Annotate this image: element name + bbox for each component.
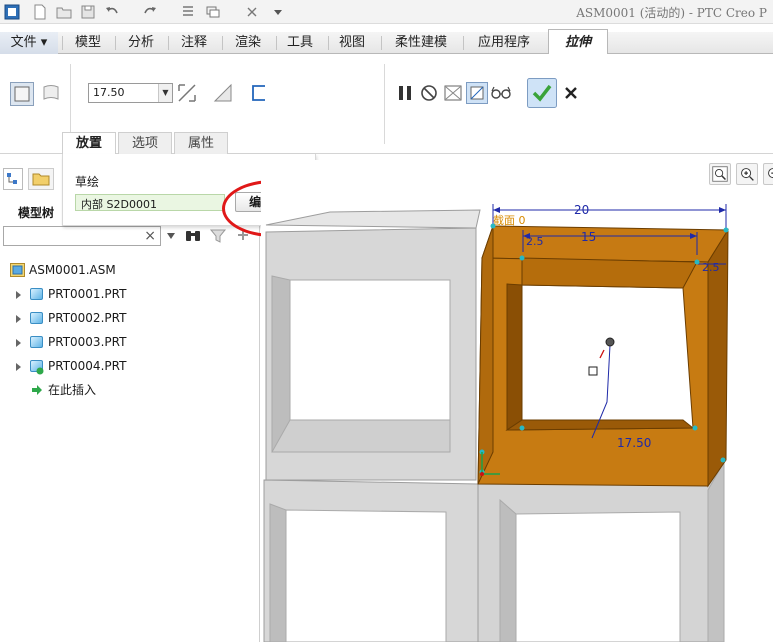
tab-applications[interactable]: 应用程序 — [464, 32, 544, 54]
expand-arrow-icon[interactable] — [16, 339, 21, 347]
tab-flexible-modeling[interactable]: 柔性建模 — [382, 32, 460, 54]
redo-icon[interactable] — [142, 4, 158, 20]
tab-analysis[interactable]: 分析 — [116, 32, 166, 54]
zoom-out-icon[interactable] — [763, 163, 773, 185]
regenerate-icon[interactable] — [180, 4, 196, 20]
clear-search-icon[interactable]: × — [144, 227, 156, 245]
depth-value: 17.50 — [93, 86, 125, 99]
model-tree-tab-icon[interactable] — [3, 168, 23, 190]
customize-toolbar-icon[interactable] — [270, 4, 286, 20]
tree-item-prt0004[interactable]: PRT0004.PRT — [0, 356, 258, 376]
depth-dropdown-icon[interactable]: ▼ — [158, 84, 172, 102]
tree-item-label: PRT0004.PRT — [48, 359, 127, 373]
tab-model[interactable]: 模型 — [63, 32, 113, 54]
app-icon — [4, 4, 20, 20]
part-icon — [30, 312, 43, 324]
extrude-top-face — [481, 225, 729, 263]
window-title: ASM0001 (活动的) - PTC Creo P — [576, 6, 767, 20]
model-tree-panel: 模型树 × ASM0001.ASM PRT0001.PRT PRT0002.PR… — [0, 154, 260, 642]
dim-depth-label[interactable]: 17.50 — [617, 436, 651, 450]
tab-placement[interactable]: 放置 — [62, 132, 116, 154]
glasses-icon[interactable] — [490, 82, 512, 104]
model-tree-title: 模型树 — [18, 206, 55, 220]
pause-icon[interactable] — [394, 82, 416, 104]
windows-icon[interactable] — [205, 4, 221, 20]
insert-here-marker[interactable]: 在此插入 — [0, 380, 258, 400]
expand-arrow-icon[interactable] — [16, 363, 21, 371]
tab-tools[interactable]: 工具 — [277, 32, 323, 54]
assembly-icon — [10, 263, 25, 277]
close-icon[interactable] — [560, 82, 582, 104]
preview-icon[interactable] — [466, 82, 488, 104]
zoom-in-icon[interactable] — [736, 163, 758, 185]
no-entry-icon[interactable] — [418, 82, 440, 104]
insert-here-label: 在此插入 — [48, 383, 97, 397]
tab-options[interactable]: 选项 — [118, 132, 172, 154]
save-icon[interactable] — [80, 4, 96, 20]
tree-search-input[interactable]: × — [3, 226, 161, 246]
tab-render[interactable]: 渲染 — [223, 32, 273, 54]
tree-item-prt0001[interactable]: PRT0001.PRT — [0, 284, 258, 304]
dim-overall-label[interactable]: 20 — [574, 203, 589, 217]
new-file-icon[interactable] — [32, 4, 48, 20]
active-part-icon — [36, 367, 44, 375]
direction-handle[interactable] — [605, 337, 615, 347]
folder-browser-tab-icon[interactable] — [28, 168, 54, 190]
surface-extrude-icon[interactable] — [40, 82, 62, 104]
extrude-dashboard: 17.50 ▼ 放置 选项 属性 — [0, 54, 773, 154]
dim-wall-right-label[interactable]: 2.5 — [702, 261, 720, 274]
tree-root-assembly[interactable]: ASM0001.ASM — [0, 260, 258, 280]
tree-root-label: ASM0001.ASM — [29, 263, 116, 277]
remove-material-icon[interactable] — [212, 82, 234, 104]
binoculars-icon[interactable] — [184, 227, 202, 245]
tab-properties[interactable]: 属性 — [174, 132, 228, 154]
flip-direction-icon[interactable] — [176, 82, 198, 104]
tab-file[interactable]: 文件 ▾ — [0, 32, 58, 54]
close-window-icon[interactable] — [244, 4, 260, 20]
view-toolbar — [700, 160, 773, 186]
open-folder-icon[interactable] — [56, 4, 72, 20]
tree-item-prt0003[interactable]: PRT0003.PRT — [0, 332, 258, 352]
depth-value-field[interactable]: 17.50 ▼ — [88, 83, 173, 103]
tree-item-label: PRT0002.PRT — [48, 311, 127, 325]
sketch-section-label: 草绘 — [75, 175, 100, 189]
search-dropdown-icon[interactable] — [166, 232, 176, 240]
sketch-collector[interactable]: 内部 S2D0001 — [75, 194, 225, 211]
ribbon-tab-bar: 文件 ▾ 模型 分析 注释 渲染 工具 视图 柔性建模 应用程序 拉伸 — [0, 29, 773, 55]
tab-extrude[interactable]: 拉伸 — [548, 29, 608, 55]
part-icon — [30, 336, 43, 348]
tree-item-label: PRT0001.PRT — [48, 287, 127, 301]
model-view[interactable]: 20 15 2.5 2.5 17.50 截面 0 — [261, 160, 773, 642]
sketch-plane-label: 截面 0 — [493, 213, 526, 227]
verify-icon[interactable] — [442, 82, 464, 104]
thicken-sketch-icon[interactable] — [248, 82, 270, 104]
tab-annotate[interactable]: 注释 — [169, 32, 219, 54]
arrow-right-icon — [32, 385, 42, 395]
solid-extrude-icon[interactable] — [10, 82, 34, 106]
undo-icon[interactable] — [104, 4, 120, 20]
graphics-area[interactable]: 20 15 2.5 2.5 17.50 截面 0 — [261, 160, 773, 642]
expand-arrow-icon[interactable] — [16, 291, 21, 299]
dim-wall-left-label[interactable]: 2.5 — [526, 235, 544, 248]
zoom-window-icon[interactable] — [709, 163, 731, 185]
filter-icon[interactable] — [209, 227, 227, 245]
dim-inner-label[interactable]: 15 — [581, 230, 596, 244]
depth-drag-handle[interactable] — [588, 366, 598, 376]
checkmark-icon[interactable] — [527, 78, 557, 108]
tab-view[interactable]: 视图 — [329, 32, 375, 54]
tree-item-prt0002[interactable]: PRT0002.PRT — [0, 308, 258, 328]
part-icon — [30, 288, 43, 300]
tree-item-label: PRT0003.PRT — [48, 335, 127, 349]
expand-arrow-icon[interactable] — [16, 315, 21, 323]
title-bar: ASM0001 (活动的) - PTC Creo P — [0, 0, 773, 24]
